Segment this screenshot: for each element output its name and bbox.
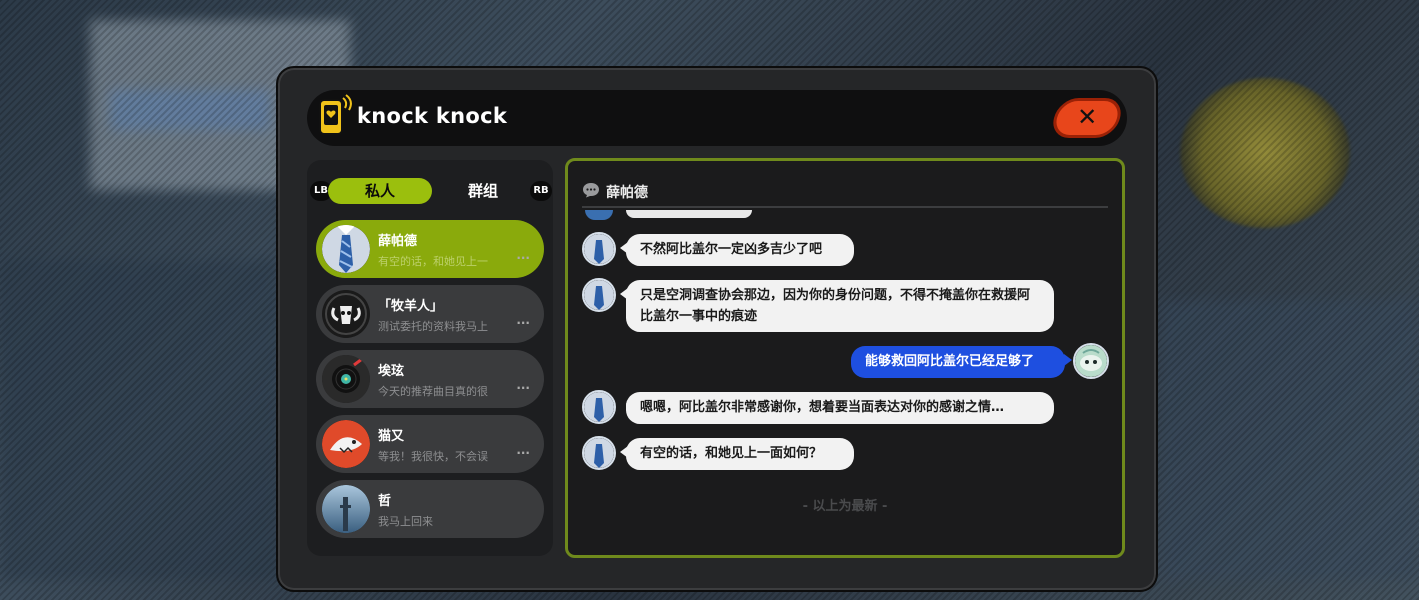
contact-name: 薛帕德 (378, 234, 418, 249)
contact-preview: 今天的推荐曲目真的很 (378, 385, 488, 398)
contact-name: 哲 (378, 494, 392, 509)
chat-divider (582, 206, 1108, 208)
partial-message-bubble (626, 210, 752, 218)
contact-name: 猫又 (378, 429, 405, 444)
contact-preview: 等我！我很快，不会误 (378, 450, 488, 463)
contact-item-shepard[interactable]: 薛帕德 有空的话，和她见上一 ··· (316, 220, 544, 278)
contact-item-shepherd[interactable]: 「牧羊人」 测试委托的资料我马上 ··· (316, 285, 544, 343)
chat-contact-name: 薛帕德 (606, 185, 648, 201)
more-icon: ··· (516, 446, 530, 460)
chat-bubble-icon (583, 183, 599, 198)
shark-avatar (322, 420, 370, 468)
more-icon: ··· (516, 316, 530, 330)
tab-private[interactable]: 私人 (328, 178, 432, 204)
tie-avatar (322, 225, 370, 273)
shepard-avatar (582, 232, 616, 266)
ram-skull-avatar (322, 290, 370, 338)
contact-preview: 测试委托的资料我马上 (378, 320, 488, 333)
vinyl-avatar (322, 355, 370, 403)
player-avatar (1073, 343, 1109, 379)
contact-item-elin[interactable]: 埃玹 今天的推荐曲目真的很 ··· (316, 350, 544, 408)
message-bubble: 只是空洞调查协会那边，因为你的身份问题，不得不掩盖你在救援阿比盖尔一事中的痕迹 (620, 280, 1054, 332)
contact-preview: 我马上回来 (378, 515, 433, 528)
message-bubble: 嗯嗯，阿比盖尔非常感谢你，想着要当面表达对你的感谢之情… (626, 392, 1054, 424)
close-icon: ✕ (1077, 103, 1098, 131)
contact-item-nekomata[interactable]: 猫又 等我！我很快，不会误 ··· (316, 415, 544, 473)
shepard-avatar (582, 278, 616, 312)
panel-title: knock knock (357, 104, 508, 128)
tab-group[interactable]: 群组 (434, 178, 532, 204)
contact-item-zhe[interactable]: 哲 我马上回来 (316, 480, 544, 538)
contact-name: 「牧羊人」 (378, 299, 444, 314)
rb-button-hint: RB (530, 181, 552, 201)
shepard-avatar (582, 390, 616, 424)
tower-avatar (322, 485, 370, 533)
message-bubble-outgoing: 能够救回阿比盖尔已经足够了 (851, 346, 1072, 378)
more-icon: ··· (516, 251, 530, 265)
more-icon: ··· (516, 381, 530, 395)
end-of-messages-note: - 以上为最新 - (802, 499, 888, 514)
shepard-avatar (582, 436, 616, 470)
phone-heart-icon (319, 94, 352, 135)
tab-bar: LB 私人 群组 RB (310, 176, 552, 206)
message-bubble: 不然阿比盖尔一定凶多吉少了吧 (620, 234, 854, 266)
message-bubble: 有空的话，和她见上一面如何？ (620, 438, 854, 470)
contact-name: 埃玹 (378, 364, 405, 379)
contact-preview: 有空的话，和她见上一 (378, 255, 488, 268)
